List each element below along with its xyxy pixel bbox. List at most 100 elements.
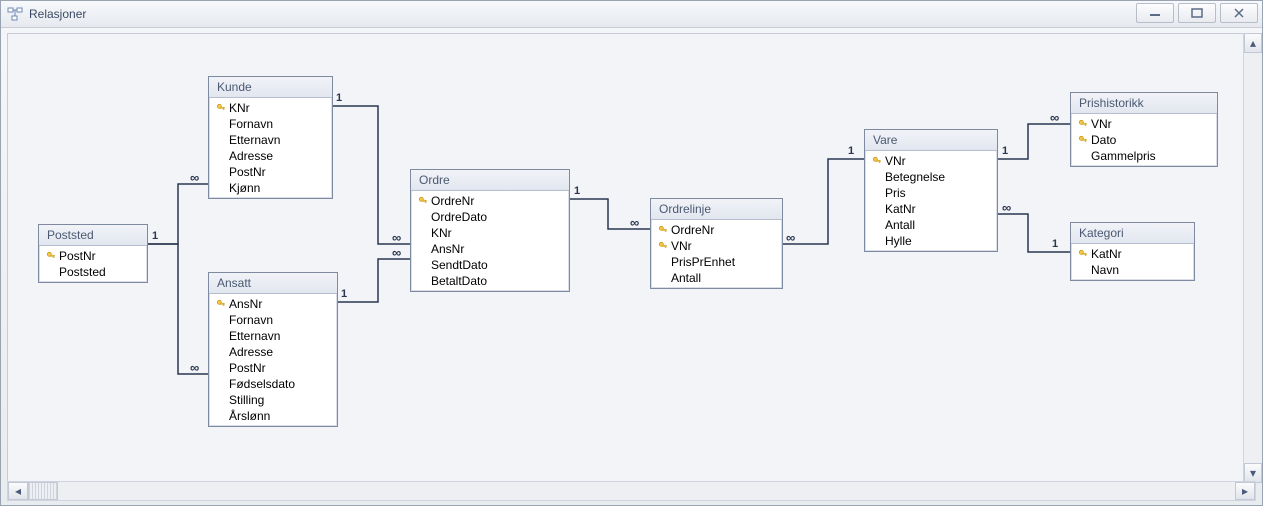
field-name: Betegnelse (885, 170, 945, 184)
table-header[interactable]: Poststed (39, 225, 147, 246)
field-row[interactable]: Etternavn (209, 328, 337, 344)
table-header[interactable]: Vare (865, 130, 997, 151)
maximize-button[interactable] (1178, 3, 1216, 23)
field-row[interactable]: KNr (411, 225, 569, 241)
card-vare-in: ∞ (1002, 200, 1009, 215)
scroll-up-button[interactable]: ▴ (1244, 33, 1262, 53)
field-row[interactable]: Gammelpris (1071, 148, 1217, 164)
scroll-right-button[interactable]: ▸ (1235, 482, 1255, 500)
card-ansatt-in: ∞ (190, 360, 197, 375)
card-vare-out2: 1 (1002, 145, 1008, 157)
field-row[interactable]: Poststed (39, 264, 147, 280)
table-ordre[interactable]: Ordre OrdreNrOrdreDatoKNrAnsNrSendtDatoBe… (410, 169, 570, 292)
table-header[interactable]: Kunde (209, 77, 332, 98)
table-header[interactable]: Prishistorikk (1071, 93, 1217, 114)
table-kategori[interactable]: Kategori KatNr Navn (1070, 222, 1195, 281)
field-row[interactable]: AnsNr (411, 241, 569, 257)
field-row[interactable]: VNr (651, 238, 782, 254)
field-name: Antall (671, 271, 701, 285)
field-name: PostNr (229, 165, 266, 179)
field-row[interactable]: PostNr (39, 248, 147, 264)
table-ansatt[interactable]: Ansatt AnsNr FornavnEtternavnAdressePostNr… (208, 272, 338, 427)
primary-key-icon (415, 196, 431, 206)
field-name: Fornavn (229, 313, 273, 327)
table-kunde[interactable]: Kunde KNrFornavnEtternavnAdresse PostNr Kjø… (208, 76, 333, 199)
card-vare-out1: 1 (848, 145, 854, 157)
field-row[interactable]: Dato (1071, 132, 1217, 148)
titlebar[interactable]: Relasjoner (1, 1, 1262, 28)
primary-key-icon (1075, 119, 1091, 129)
field-row[interactable]: VNr (1071, 116, 1217, 132)
field-name: KatNr (1091, 247, 1122, 261)
field-row[interactable]: Årslønn (209, 408, 337, 424)
field-row[interactable]: Etternavn (209, 132, 332, 148)
field-name: Gammelpris (1091, 149, 1156, 163)
field-name: AnsNr (229, 297, 262, 311)
field-row[interactable]: Navn (1071, 262, 1194, 278)
field-row[interactable]: Antall (865, 217, 997, 233)
field-row[interactable]: SendtDato (411, 257, 569, 273)
card-poststed-out: 1 (152, 230, 158, 242)
horizontal-scrollbar[interactable]: ◂ ▸ (7, 481, 1256, 501)
field-row[interactable]: PrisPrEnhet (651, 254, 782, 270)
field-row[interactable]: BetaltDato (411, 273, 569, 289)
field-row[interactable]: Stilling (209, 392, 337, 408)
field-name: PrisPrEnhet (671, 255, 735, 269)
minimize-button[interactable] (1136, 3, 1174, 23)
table-poststed[interactable]: PoststedPostNrPoststed (38, 224, 148, 283)
table-prishistorikk[interactable]: Prishistorikk VNrDatoGammelpris (1070, 92, 1218, 167)
field-name: Adresse (229, 149, 273, 163)
scroll-left-button[interactable]: ◂ (8, 482, 28, 500)
table-header[interactable]: Kategori (1071, 223, 1194, 244)
field-name: Stilling (229, 393, 264, 407)
scroll-down-button[interactable]: ▾ (1244, 463, 1262, 483)
table-header[interactable]: Ordrelinje (651, 199, 782, 220)
field-row[interactable]: KatNr (865, 201, 997, 217)
field-row[interactable]: Betegnelse (865, 169, 997, 185)
field-name: Navn (1091, 263, 1119, 277)
field-name: KNr (431, 226, 452, 240)
field-row[interactable]: KNr (209, 100, 332, 116)
field-row[interactable]: Kjønn (209, 180, 332, 196)
field-row[interactable]: Adresse (209, 344, 337, 360)
relationships-window: Relasjoner (0, 0, 1263, 506)
field-row[interactable]: KatNr (1071, 246, 1194, 262)
field-row[interactable]: Fødselsdato (209, 376, 337, 392)
table-header[interactable]: Ansatt (209, 273, 337, 294)
field-name: Adresse (229, 345, 273, 359)
field-row[interactable]: AnsNr (209, 296, 337, 312)
table-header[interactable]: Ordre (411, 170, 569, 191)
field-name: Fornavn (229, 117, 273, 131)
table-body: KatNr Navn (1071, 244, 1194, 280)
close-button[interactable] (1220, 3, 1258, 23)
field-name: Årslønn (229, 409, 270, 423)
table-vare[interactable]: Vare VNr BetegnelsePrisKatNrAntall Hylle (864, 129, 998, 252)
field-row[interactable]: Antall (651, 270, 782, 286)
field-name: OrdreNr (431, 194, 474, 208)
field-row[interactable]: Fornavn (209, 312, 337, 328)
field-row[interactable]: Pris (865, 185, 997, 201)
diagram-canvas[interactable]: 1 ∞ ∞ 1 1 ∞ ∞ 1 ∞ ∞ 1 1 ∞ 1 ∞ PoststedPo… (7, 33, 1256, 483)
field-row[interactable]: OrdreNr (651, 222, 782, 238)
table-ordrelinje[interactable]: Ordrelinje OrdreNrVNrPrisPrEnhet Antall (650, 198, 783, 289)
field-row[interactable]: PostNr (209, 360, 337, 376)
scroll-thumb[interactable] (28, 482, 58, 500)
card-ansatt-out: 1 (341, 288, 347, 300)
field-row[interactable]: PostNr (209, 164, 332, 180)
field-name: Antall (885, 218, 915, 232)
field-row[interactable]: Adresse (209, 148, 332, 164)
field-name: Fødselsdato (229, 377, 295, 391)
field-row[interactable]: VNr (865, 153, 997, 169)
field-name: SendtDato (431, 258, 488, 272)
field-row[interactable]: OrdreDato (411, 209, 569, 225)
vertical-scrollbar[interactable]: ▴ ▾ (1243, 33, 1262, 483)
field-name: Kjønn (229, 181, 260, 195)
field-name: VNr (885, 154, 906, 168)
field-row[interactable]: Hylle (865, 233, 997, 249)
table-body: AnsNr FornavnEtternavnAdressePostNrFødsel… (209, 294, 337, 426)
field-row[interactable]: Fornavn (209, 116, 332, 132)
field-name: Hylle (885, 234, 912, 248)
field-row[interactable]: OrdreNr (411, 193, 569, 209)
table-body: OrdreNrVNrPrisPrEnhet Antall (651, 220, 782, 288)
primary-key-icon (1075, 135, 1091, 145)
